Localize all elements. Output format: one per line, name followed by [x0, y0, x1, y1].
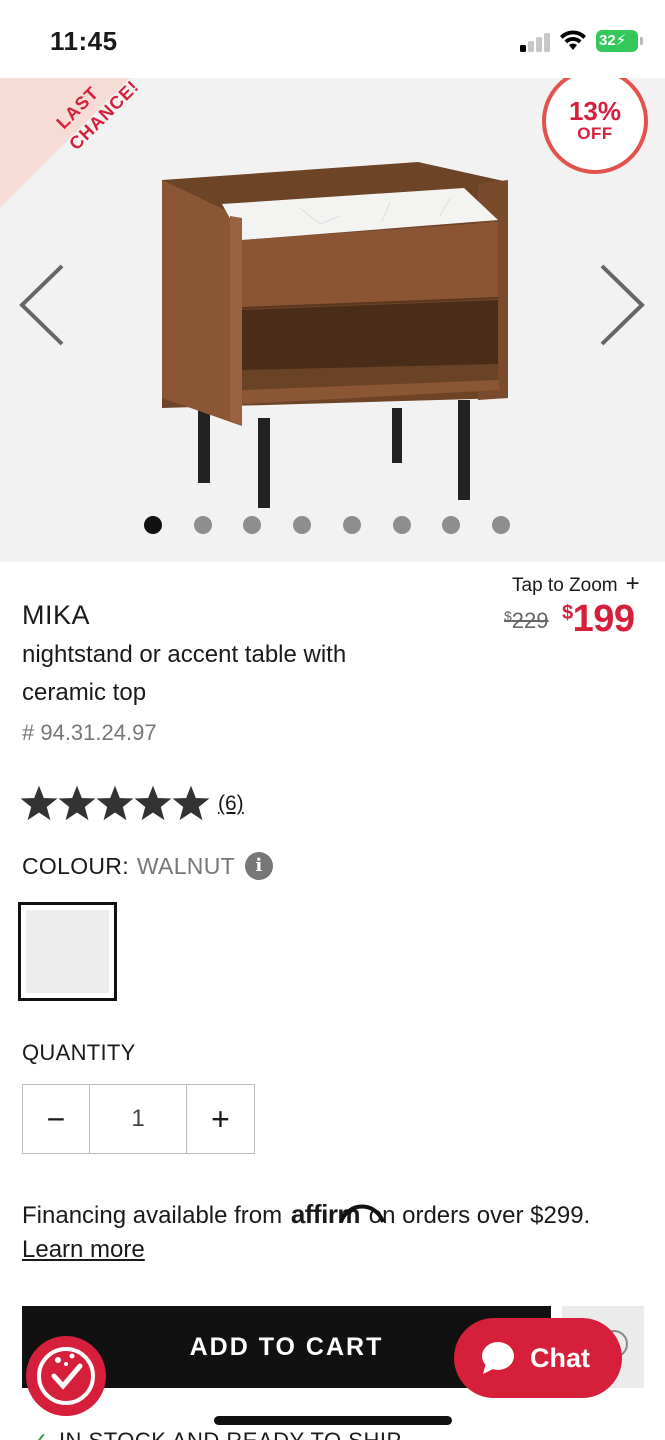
rating-stars[interactable]: (6) [20, 784, 244, 824]
quantity-decrement-button[interactable]: − [23, 1085, 90, 1153]
original-price-value: 229 [511, 608, 549, 633]
financing-prefix: Financing available from [22, 1202, 283, 1229]
quantity-increment-button[interactable]: + [187, 1085, 254, 1153]
star-icon [134, 785, 172, 821]
star-icon [20, 785, 58, 821]
sale-price-value: 199 [572, 598, 635, 640]
affirm-arc-icon [338, 1204, 385, 1223]
battery-icon: 32⚡ [596, 30, 643, 52]
original-price: $229 [504, 608, 549, 634]
star-icon [172, 785, 210, 821]
carousel-dots [144, 516, 514, 534]
quantity-stepper: − 1 + [22, 1084, 255, 1154]
colour-row: COLOUR: WALNUT i [22, 852, 273, 880]
review-count-link[interactable]: (6) [218, 792, 244, 816]
affirm-logo: affirm [291, 1196, 385, 1232]
rewards-icon [37, 1347, 95, 1405]
carousel-dot[interactable] [293, 516, 312, 534]
chat-bubble-icon [482, 1342, 514, 1374]
quantity-value[interactable]: 1 [90, 1085, 187, 1153]
discount-badge: 13% OFF [542, 78, 648, 174]
chat-label: Chat [530, 1342, 590, 1373]
info-icon[interactable]: i [244, 852, 273, 880]
sale-price: $199 [562, 598, 635, 641]
star-icon [96, 785, 134, 821]
carousel-dot[interactable] [442, 516, 461, 534]
chat-button[interactable]: Chat [454, 1318, 622, 1398]
tap-to-zoom-link[interactable]: Tap to Zoom + [512, 570, 640, 598]
financing-text: Financing available from affirm on order… [22, 1196, 652, 1234]
carousel-dot[interactable] [491, 516, 510, 534]
battery-level: 32 [599, 32, 616, 49]
swatch-image [26, 910, 109, 993]
carousel-dot[interactable] [243, 516, 262, 534]
financing-suffix: on orders over $299. [368, 1202, 591, 1229]
colour-label: COLOUR: [22, 852, 129, 879]
previous-image-arrow[interactable] [14, 260, 68, 350]
next-image-arrow[interactable] [596, 260, 650, 350]
carousel-dot[interactable] [392, 516, 411, 534]
rewards-badge-button[interactable] [26, 1336, 106, 1416]
discount-percent: 13% [568, 96, 622, 126]
stock-status-text: IN STOCK AND READY TO SHIP [59, 1428, 402, 1440]
product-image [162, 162, 508, 508]
original-price-currency: $ [504, 608, 512, 624]
carousel-dot[interactable] [144, 516, 162, 534]
cellular-signal-icon [520, 32, 552, 52]
star-rating [20, 785, 210, 823]
quantity-label: QUANTITY [22, 1040, 136, 1065]
zoom-plus-icon: + [625, 570, 640, 597]
colour-swatch-walnut[interactable] [18, 902, 117, 1001]
tap-to-zoom-label: Tap to Zoom [512, 575, 618, 596]
colour-value: WALNUT [136, 852, 235, 879]
discount-off-label: OFF [577, 124, 613, 143]
product-name: MIKA [22, 600, 91, 630]
carousel-dot[interactable] [193, 516, 212, 534]
learn-more-link[interactable]: Learn more [22, 1236, 145, 1264]
home-indicator[interactable] [214, 1416, 452, 1425]
status-bar: 11:45 32⚡ [0, 0, 665, 78]
product-sku: # 94.31.24.97 [22, 720, 157, 745]
check-icon: ✓ [30, 1428, 49, 1440]
status-time: 11:45 [50, 26, 118, 56]
stock-status: ✓ IN STOCK AND READY TO SHIP [30, 1428, 402, 1440]
star-icon [58, 785, 96, 821]
carousel-dot[interactable] [342, 516, 361, 534]
product-image-carousel[interactable]: LAST CHANCE! 13% OFF [0, 78, 665, 562]
sale-price-currency: $ [562, 602, 573, 624]
wifi-icon [560, 30, 586, 50]
product-description: nightstand or accent table with ceramic … [22, 641, 347, 706]
